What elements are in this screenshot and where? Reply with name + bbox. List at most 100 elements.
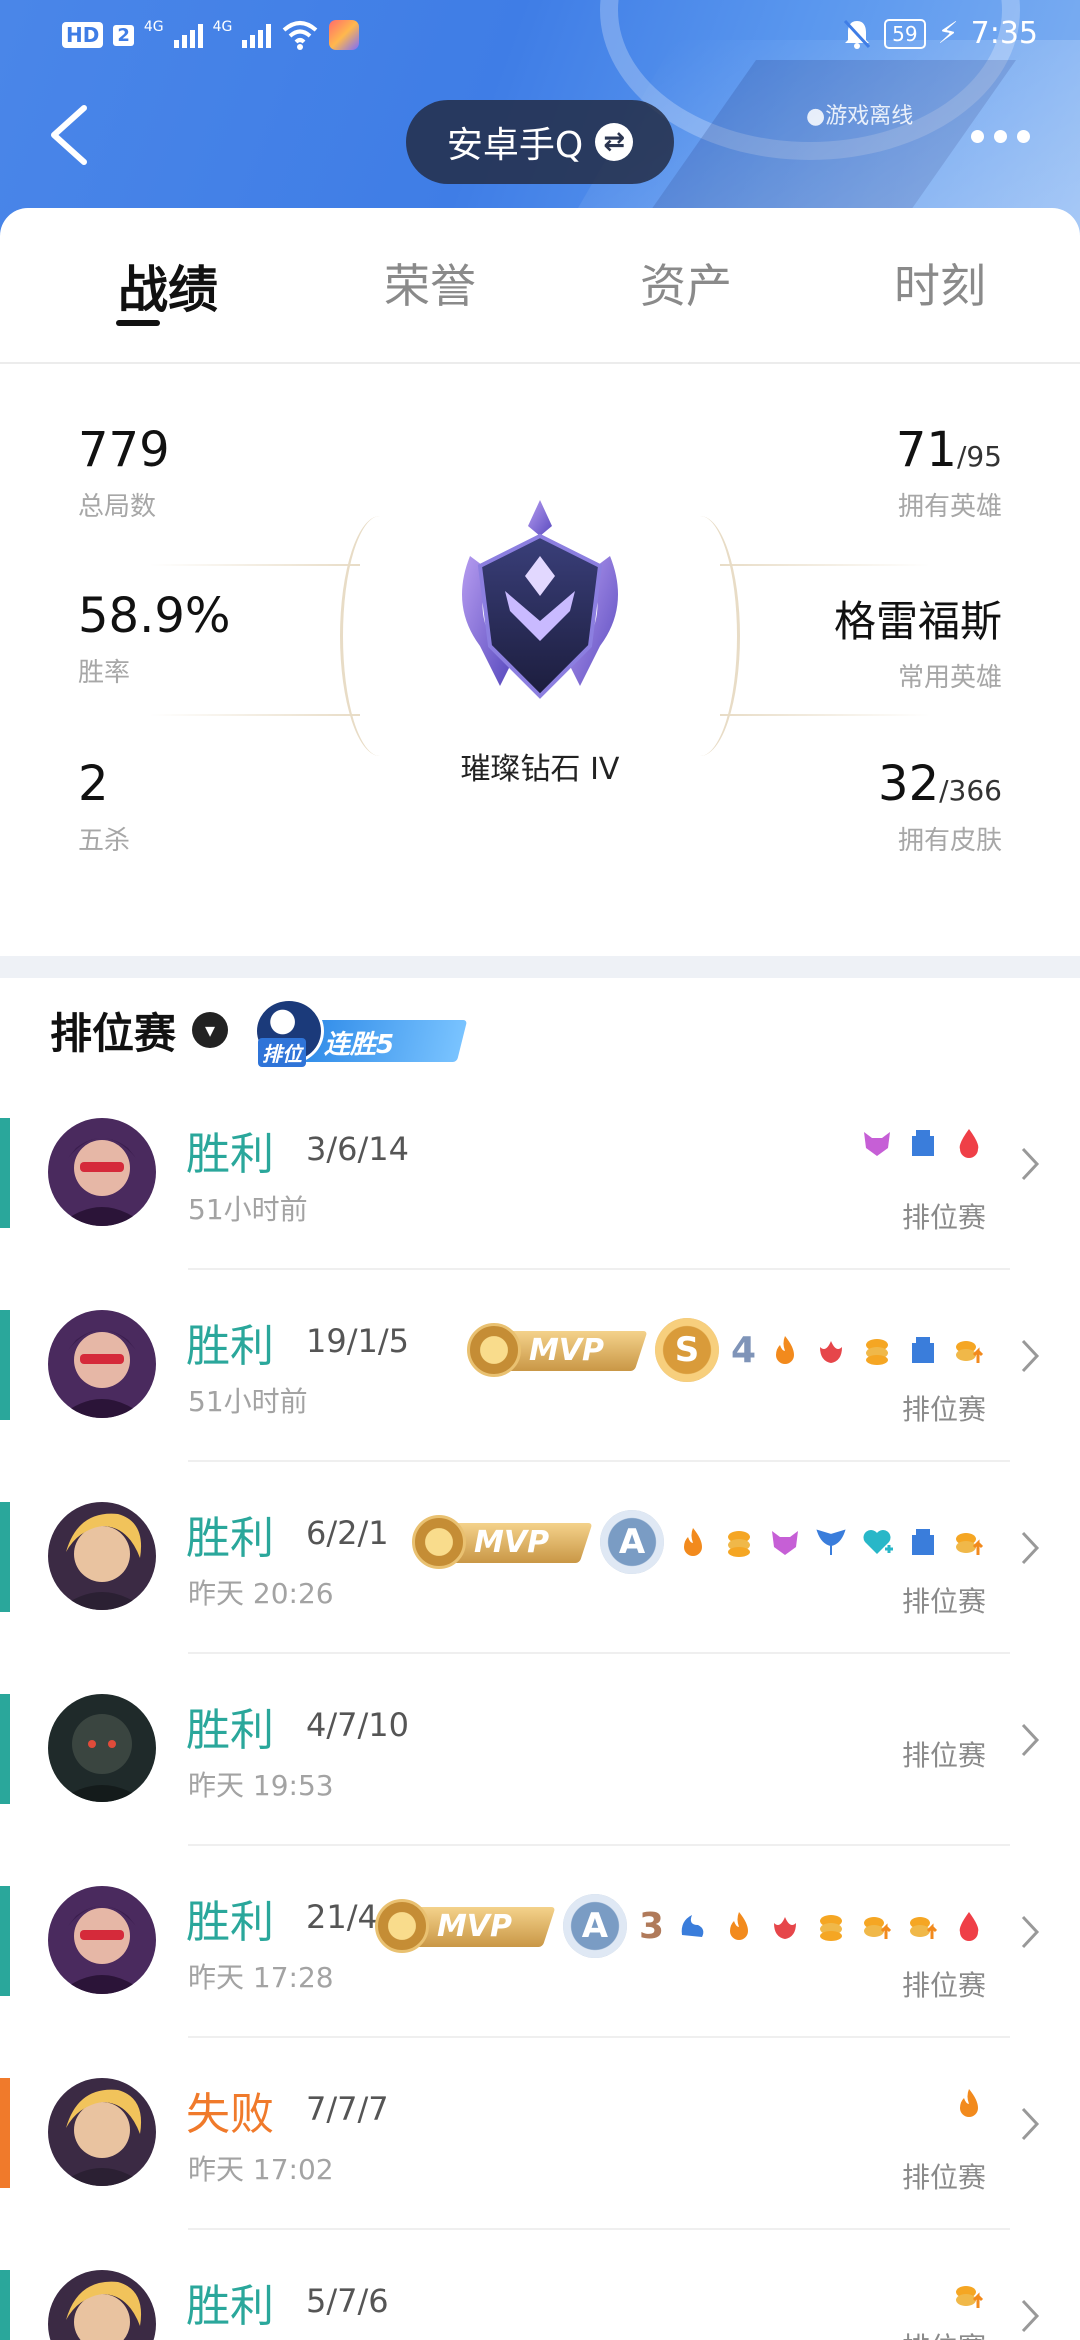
chevron-right-icon bbox=[1021, 2107, 1040, 2141]
stat-label: 总局数 bbox=[78, 492, 157, 522]
wifi-icon bbox=[283, 21, 318, 50]
result-indicator bbox=[0, 2078, 10, 2188]
gold-up-icon bbox=[956, 1341, 984, 1363]
stat-total-games: 779 总局数 bbox=[78, 422, 170, 523]
match-row[interactable]: 胜利 3/6/14 51小时前 排位赛 bbox=[0, 1078, 1080, 1270]
hero-avatar bbox=[48, 1118, 156, 1226]
achievement-icons bbox=[952, 2278, 986, 2312]
achievement-icons: MVP S 4 bbox=[466, 1318, 986, 1382]
achievement-icons: MVP A 3 bbox=[374, 1894, 986, 1958]
blood-drop-icon bbox=[959, 1912, 979, 1941]
network-label: 4G bbox=[212, 19, 233, 35]
tower-icon bbox=[912, 1337, 934, 1363]
match-kda: 4/7/10 bbox=[306, 1706, 409, 1744]
mvp-badge: MVP bbox=[374, 1899, 556, 1953]
streak-text: 连胜5 bbox=[324, 1030, 395, 1060]
match-kda: 5/7/6 bbox=[306, 2282, 389, 2320]
blood-drop-icon bbox=[959, 1129, 979, 1158]
match-kda: 19/1/5 bbox=[306, 1322, 409, 1360]
tab-record[interactable]: 战绩 bbox=[118, 250, 218, 322]
kill-streak-count: 4 bbox=[730, 1329, 756, 1371]
match-row[interactable]: 胜利 19/1/5 51小时前 MVP S 4 排位赛 bbox=[0, 1270, 1080, 1462]
stat-value: 格雷福斯 bbox=[833, 597, 1002, 646]
match-kda: 3/6/14 bbox=[306, 1130, 409, 1168]
demon-icon bbox=[864, 1132, 890, 1156]
tab-assets[interactable]: 资产 bbox=[640, 250, 732, 316]
tab-moments[interactable]: 时刻 bbox=[894, 250, 986, 316]
chevron-right-icon bbox=[1021, 1723, 1040, 1757]
match-result: 胜利 bbox=[186, 1897, 274, 1948]
match-row[interactable]: 胜利 6/2/1 昨天 20:26 MVP A 排位赛 bbox=[0, 1462, 1080, 1654]
account-switch-button[interactable]: 安卓手Q ⇄ bbox=[406, 100, 674, 184]
chevron-right-icon bbox=[1021, 1531, 1040, 1565]
chevron-right-icon bbox=[1021, 1339, 1040, 1373]
match-time: 51小时前 bbox=[188, 1193, 308, 1226]
chevron-right-icon bbox=[1021, 1147, 1040, 1181]
match-mode: 排位赛 bbox=[901, 1739, 986, 1772]
achievement-icons: MVP A bbox=[412, 1510, 986, 1574]
app-notification-icon bbox=[329, 20, 360, 50]
stat-value: 779 bbox=[78, 422, 170, 478]
match-mode: 排位赛 bbox=[901, 1393, 986, 1426]
rank-name: 璀璨钻石 IV bbox=[460, 752, 620, 787]
battery-indicator: 59 bbox=[884, 18, 926, 49]
hero-avatar bbox=[48, 1310, 156, 1418]
match-row[interactable]: 胜利 4/7/10 昨天 19:53 排位赛 bbox=[0, 1654, 1080, 1846]
tower-icon bbox=[912, 1529, 934, 1555]
match-result: 胜利 bbox=[186, 1129, 274, 1180]
stat-value: 58.9% bbox=[78, 588, 231, 644]
match-result: 胜利 bbox=[186, 2281, 274, 2332]
network-label: 4G bbox=[143, 19, 164, 35]
stat-label: 胜率 bbox=[78, 658, 131, 688]
match-row[interactable]: 失败 7/7/7 昨天 17:02 排位赛 bbox=[0, 2038, 1080, 2230]
stats-panel: 779 总局数 58.9% 胜率 2 五杀 71/95 拥有英雄 格雷福斯 常用… bbox=[0, 366, 1080, 956]
match-row[interactable]: 胜利 5/7/6 排位赛 bbox=[0, 2230, 1080, 2340]
mode-selector[interactable]: 排位赛 ▾ 连胜5 排位 bbox=[50, 990, 468, 1070]
match-result: 胜利 bbox=[186, 1705, 274, 1756]
divider bbox=[150, 564, 360, 566]
demon-icon bbox=[772, 1531, 798, 1555]
flame-icon bbox=[820, 1341, 842, 1363]
stat-win-rate: 58.9% 胜率 bbox=[78, 588, 230, 689]
swap-icon: ⇄ bbox=[595, 123, 634, 161]
status-bar: HD 2 4G 4G 59 ⚡ 7:35 bbox=[0, 0, 1080, 72]
rank-emblem-icon[interactable] bbox=[430, 496, 650, 716]
mvp-badge: MVP bbox=[466, 1323, 648, 1377]
more-options-button[interactable] bbox=[971, 130, 1030, 143]
fire-icon bbox=[684, 1528, 702, 1556]
bell-muted-icon bbox=[843, 19, 871, 49]
divider bbox=[720, 564, 930, 566]
result-indicator bbox=[0, 2270, 10, 2340]
result-indicator bbox=[0, 1886, 10, 1996]
result-indicator bbox=[0, 1118, 10, 1228]
section-divider bbox=[0, 956, 1080, 978]
gold-up-icon bbox=[956, 2286, 984, 2308]
match-time: 51小时前 bbox=[188, 1385, 308, 1418]
achievement-icons bbox=[952, 2086, 986, 2120]
divider bbox=[150, 714, 360, 716]
fire-icon bbox=[960, 2089, 978, 2117]
stat-heroes-owned[interactable]: 71/95 拥有英雄 bbox=[896, 422, 1002, 523]
hero-avatar bbox=[48, 2078, 156, 2186]
win-streak-badge: 连胜5 排位 bbox=[254, 998, 468, 1067]
match-row[interactable]: 胜利 21/4/3 昨天 17:28 MVP A 3 排位赛 bbox=[0, 1846, 1080, 2038]
back-button[interactable] bbox=[40, 100, 100, 170]
match-mode: 排位赛 bbox=[901, 1201, 986, 1234]
gold-up-icon bbox=[956, 1533, 984, 1555]
stat-value: 71 bbox=[895, 422, 957, 478]
hd-badge: HD bbox=[62, 22, 104, 48]
hero-avatar bbox=[48, 1694, 156, 1802]
mvp-badge: MVP bbox=[412, 1515, 593, 1569]
kill-streak-count: 3 bbox=[638, 1905, 664, 1947]
match-time: 昨天 20:26 bbox=[188, 1577, 334, 1610]
hero-avatar bbox=[48, 1886, 156, 1994]
match-result: 失败 bbox=[186, 2089, 274, 2140]
fire-icon bbox=[730, 1912, 748, 1940]
rating-medal-s: S bbox=[654, 1318, 719, 1382]
sim-badge: 2 bbox=[113, 24, 134, 46]
tab-honor[interactable]: 荣誉 bbox=[384, 250, 476, 316]
achievement-icons bbox=[860, 1126, 986, 1160]
match-kda: 7/7/7 bbox=[306, 2090, 389, 2128]
stat-common-hero[interactable]: 格雷福斯 常用英雄 bbox=[834, 588, 1002, 694]
match-mode: 排位赛 bbox=[902, 2326, 986, 2340]
